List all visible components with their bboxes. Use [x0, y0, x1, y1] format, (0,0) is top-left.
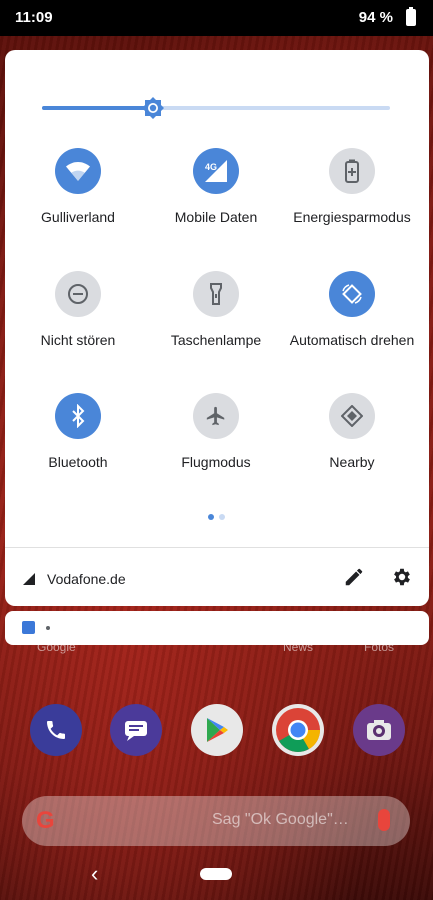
battery-saver-icon: [329, 148, 375, 194]
page-indicator: [208, 514, 228, 520]
tile-label: Energiesparmodus: [293, 209, 411, 225]
google-logo-icon: G: [36, 807, 55, 834]
microphone-icon[interactable]: [378, 809, 390, 831]
tile-label: Taschenlampe: [170, 332, 262, 348]
status-time: 11:09: [15, 9, 53, 26]
mobile-data-4g-icon: 4G: [193, 148, 239, 194]
navigation-bar: ‹: [0, 855, 433, 900]
notification-card[interactable]: [5, 611, 429, 645]
tile-label: Flugmodus: [181, 454, 251, 470]
back-icon[interactable]: ‹: [91, 861, 98, 887]
brightness-slider[interactable]: [42, 96, 390, 120]
signal-icon: [23, 573, 35, 585]
messages-app-icon[interactable]: [110, 704, 162, 756]
brightness-thumb-icon[interactable]: [141, 96, 165, 120]
tile-label: Mobile Daten: [174, 209, 258, 225]
chrome-app-icon[interactable]: [272, 704, 324, 756]
tile-do-not-disturb[interactable]: Nicht stören: [13, 271, 143, 381]
svg-text:4G: 4G: [205, 162, 217, 172]
phone-app-icon[interactable]: [30, 704, 82, 756]
brightness-fill: [42, 106, 153, 110]
tile-mobile-data[interactable]: 4G Mobile Daten: [151, 148, 281, 258]
tile-battery-saver[interactable]: Energiesparmodus: [287, 148, 417, 258]
page-dot: [219, 514, 225, 520]
status-bar: 11:09 94 %: [0, 0, 433, 36]
battery-percentage: 94 %: [358, 9, 393, 26]
edit-pencil-icon[interactable]: [343, 566, 365, 588]
page-dot-active: [208, 514, 214, 520]
tile-label: Bluetooth: [48, 454, 108, 470]
flashlight-icon: [193, 271, 239, 317]
tile-airplane-mode[interactable]: Flugmodus: [151, 393, 281, 503]
tile-label: Gulliverland: [41, 209, 115, 225]
tile-label: Nearby: [329, 454, 375, 470]
battery-icon: [406, 7, 416, 26]
tile-bluetooth[interactable]: Bluetooth: [13, 393, 143, 503]
carrier-name: Vodafone.de: [47, 571, 126, 587]
bluetooth-icon: [55, 393, 101, 439]
tile-flashlight[interactable]: Taschenlampe: [151, 271, 281, 381]
quick-settings-panel: Gulliverland 4G Mobile Daten Energiespar…: [5, 50, 429, 606]
tile-auto-rotate[interactable]: Automatisch drehen: [287, 271, 417, 381]
nearby-icon: [329, 393, 375, 439]
notification-dot: [46, 626, 50, 630]
tile-label: Nicht stören: [40, 332, 116, 348]
tile-nearby[interactable]: Nearby: [287, 393, 417, 503]
auto-rotate-icon: [329, 271, 375, 317]
camera-app-icon[interactable]: [353, 704, 405, 756]
image-icon: [22, 621, 35, 634]
tile-label: Automatisch drehen: [289, 332, 415, 348]
app-dock: [0, 704, 433, 758]
settings-gear-icon[interactable]: [391, 566, 413, 588]
home-pill-button[interactable]: [200, 868, 232, 880]
do-not-disturb-icon: [55, 271, 101, 317]
airplane-icon: [193, 393, 239, 439]
play-store-app-icon[interactable]: [191, 704, 243, 756]
wifi-icon: [55, 148, 101, 194]
search-hint: Sag "Ok Google"…: [212, 811, 349, 828]
divider: [5, 547, 429, 548]
tile-wifi[interactable]: Gulliverland: [13, 148, 143, 258]
google-search-bar[interactable]: G Sag "Ok Google"…: [22, 796, 410, 846]
